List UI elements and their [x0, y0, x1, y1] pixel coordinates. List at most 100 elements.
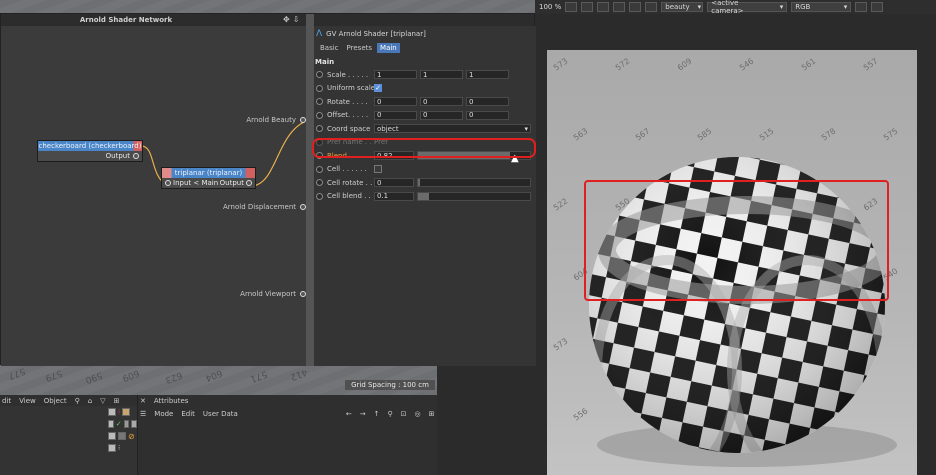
checkerboard-node[interactable]: checkerboard (checkerboard) Output	[37, 140, 143, 162]
check-icon: ✓	[375, 84, 381, 93]
expand-icon[interactable]	[645, 2, 658, 12]
floor-number: 412	[288, 366, 309, 382]
keyframe-radio[interactable]	[316, 179, 323, 187]
visibility-icon[interactable]	[108, 420, 114, 428]
view-icon[interactable]	[565, 2, 578, 12]
keyframe-radio[interactable]	[316, 165, 323, 173]
scale-z-field[interactable]: 1	[466, 70, 509, 80]
tab-attributes[interactable]: Attributes	[154, 397, 189, 405]
region-icon[interactable]	[597, 2, 610, 12]
tab-main[interactable]: Main	[377, 43, 400, 53]
coord-space-row: Coord space object ▾	[314, 122, 536, 136]
lock-icon[interactable]: ⊡	[401, 410, 407, 418]
object-row[interactable]: ⁝	[0, 442, 137, 454]
rotate-z-field[interactable]: 0	[466, 97, 509, 107]
home-icon[interactable]: ⌂	[88, 397, 92, 405]
section-heading: Main	[315, 58, 335, 66]
settings-icon[interactable]	[855, 2, 868, 12]
coord-space-select[interactable]: object ▾	[374, 124, 531, 134]
object-row[interactable]: ✓	[0, 418, 137, 430]
floor-number: 590	[83, 369, 104, 385]
triplanar-node[interactable]: triplanar (triplanar) Input < Main Outpu…	[161, 167, 256, 189]
render-toolbar: 100 % beauty ▾ <active camera> ▾ RGB ▾	[535, 0, 936, 15]
rotate-y-field[interactable]: 0	[420, 97, 463, 107]
menu-edit[interactable]: Edit	[181, 410, 195, 418]
node-graph[interactable]: checkerboard (checkerboard) Output tripl…	[1, 26, 306, 366]
aov-value: beauty	[665, 3, 690, 11]
snapshot-icon[interactable]	[871, 2, 884, 12]
cell-rotate-field[interactable]: 0	[374, 178, 414, 188]
keyframe-radio[interactable]	[316, 125, 323, 133]
grid-tag-icon[interactable]	[118, 432, 126, 440]
menu-view[interactable]: View	[19, 397, 36, 405]
cell-rotate-slider[interactable]	[417, 178, 531, 188]
cell-blend-slider-fill	[418, 192, 430, 200]
move-icon[interactable]: ✥	[283, 15, 290, 24]
cell-checkbox[interactable]	[374, 165, 382, 174]
tab-presets[interactable]: Presets	[344, 43, 375, 53]
search-icon[interactable]: ⚲	[387, 410, 392, 418]
cell-blend-slider[interactable]	[417, 191, 531, 201]
cell-rotate-row: Cell rotate . . 0	[314, 176, 536, 190]
pick-icon[interactable]	[613, 2, 626, 12]
keyframe-radio[interactable]	[316, 111, 323, 119]
grid-icon[interactable]	[581, 2, 594, 12]
port-label: Output	[219, 179, 244, 187]
window-titlebar[interactable]: Arnold Shader Network ✥ ⇩	[1, 14, 534, 26]
chevron-down-icon: ▾	[779, 3, 784, 11]
arnold-logo-icon: Λ	[316, 29, 323, 39]
color-space-dropdown[interactable]: RGB ▾	[791, 2, 852, 12]
menu-edit[interactable]: dit	[2, 397, 11, 405]
object-row[interactable]: ⁝	[0, 406, 137, 418]
scale-y-field[interactable]: 1	[420, 70, 463, 80]
cell-blend-field[interactable]: 0.1	[374, 191, 414, 201]
back-arrow-icon[interactable]: ←	[346, 410, 352, 418]
aov-dropdown[interactable]: beauty ▾	[661, 2, 704, 12]
output-port-icon[interactable]	[133, 153, 139, 159]
arnold-viewport-input: Arnold Viewport	[240, 290, 296, 298]
keyframe-radio[interactable]	[316, 98, 323, 106]
attributes-manager: ✕ Attributes ☰ Mode Edit User Data ← → ↑…	[137, 395, 437, 475]
rotate-x-field[interactable]: 0	[374, 97, 417, 107]
coord-space-label: Coord space	[327, 124, 371, 133]
pin-icon[interactable]: ⇩	[293, 15, 300, 24]
output-port-icon[interactable]	[246, 180, 252, 186]
texture-tag-icon[interactable]	[123, 420, 130, 428]
material-tag-icon[interactable]	[122, 408, 131, 416]
pen-icon[interactable]	[629, 2, 642, 12]
prohibited-icon[interactable]: ⊘	[128, 432, 135, 441]
menu-user-data[interactable]: User Data	[203, 410, 238, 418]
keyframe-radio[interactable]	[316, 71, 323, 79]
visibility-icon[interactable]	[108, 408, 116, 416]
offset-x-field[interactable]: 0	[374, 110, 417, 120]
object-row[interactable]: ⊘	[0, 430, 137, 442]
offset-z-field[interactable]: 0	[466, 110, 509, 120]
menu-object[interactable]: Object	[44, 397, 67, 405]
menu-icon[interactable]: ☰	[140, 410, 146, 418]
close-icon[interactable]: ✕	[140, 397, 146, 405]
filter-icon[interactable]: ▽	[100, 397, 105, 405]
visibility-icon[interactable]	[108, 432, 116, 440]
zoom-level[interactable]: 100 %	[539, 3, 561, 11]
attribute-title: GV Arnold Shader [triplanar]	[326, 30, 426, 38]
keyframe-radio[interactable]	[316, 192, 323, 200]
graph-divider[interactable]	[306, 14, 314, 366]
uniform-scale-checkbox[interactable]: ✓	[374, 84, 382, 93]
search-icon[interactable]: ⚲	[75, 397, 80, 405]
keyframe-radio[interactable]	[316, 84, 323, 92]
add-icon[interactable]: ⊞	[429, 410, 435, 418]
input-port-icon[interactable]	[165, 180, 171, 186]
forward-arrow-icon[interactable]: →	[360, 410, 366, 418]
target-icon[interactable]: ◎	[414, 410, 420, 418]
offset-label: Offset. . . . .	[327, 111, 369, 120]
render-highlight	[584, 180, 889, 301]
rotate-row: Rotate . . . . 0 0 0	[314, 95, 536, 109]
scale-x-field[interactable]: 1	[374, 70, 417, 80]
offset-y-field[interactable]: 0	[420, 110, 463, 120]
visibility-icon[interactable]	[108, 444, 116, 452]
menu-mode[interactable]: Mode	[154, 410, 173, 418]
camera-dropdown[interactable]: <active camera> ▾	[707, 0, 788, 15]
tab-basic[interactable]: Basic	[317, 43, 342, 53]
add-icon[interactable]: ⊞	[114, 397, 120, 405]
up-arrow-icon[interactable]: ↑	[374, 410, 380, 418]
